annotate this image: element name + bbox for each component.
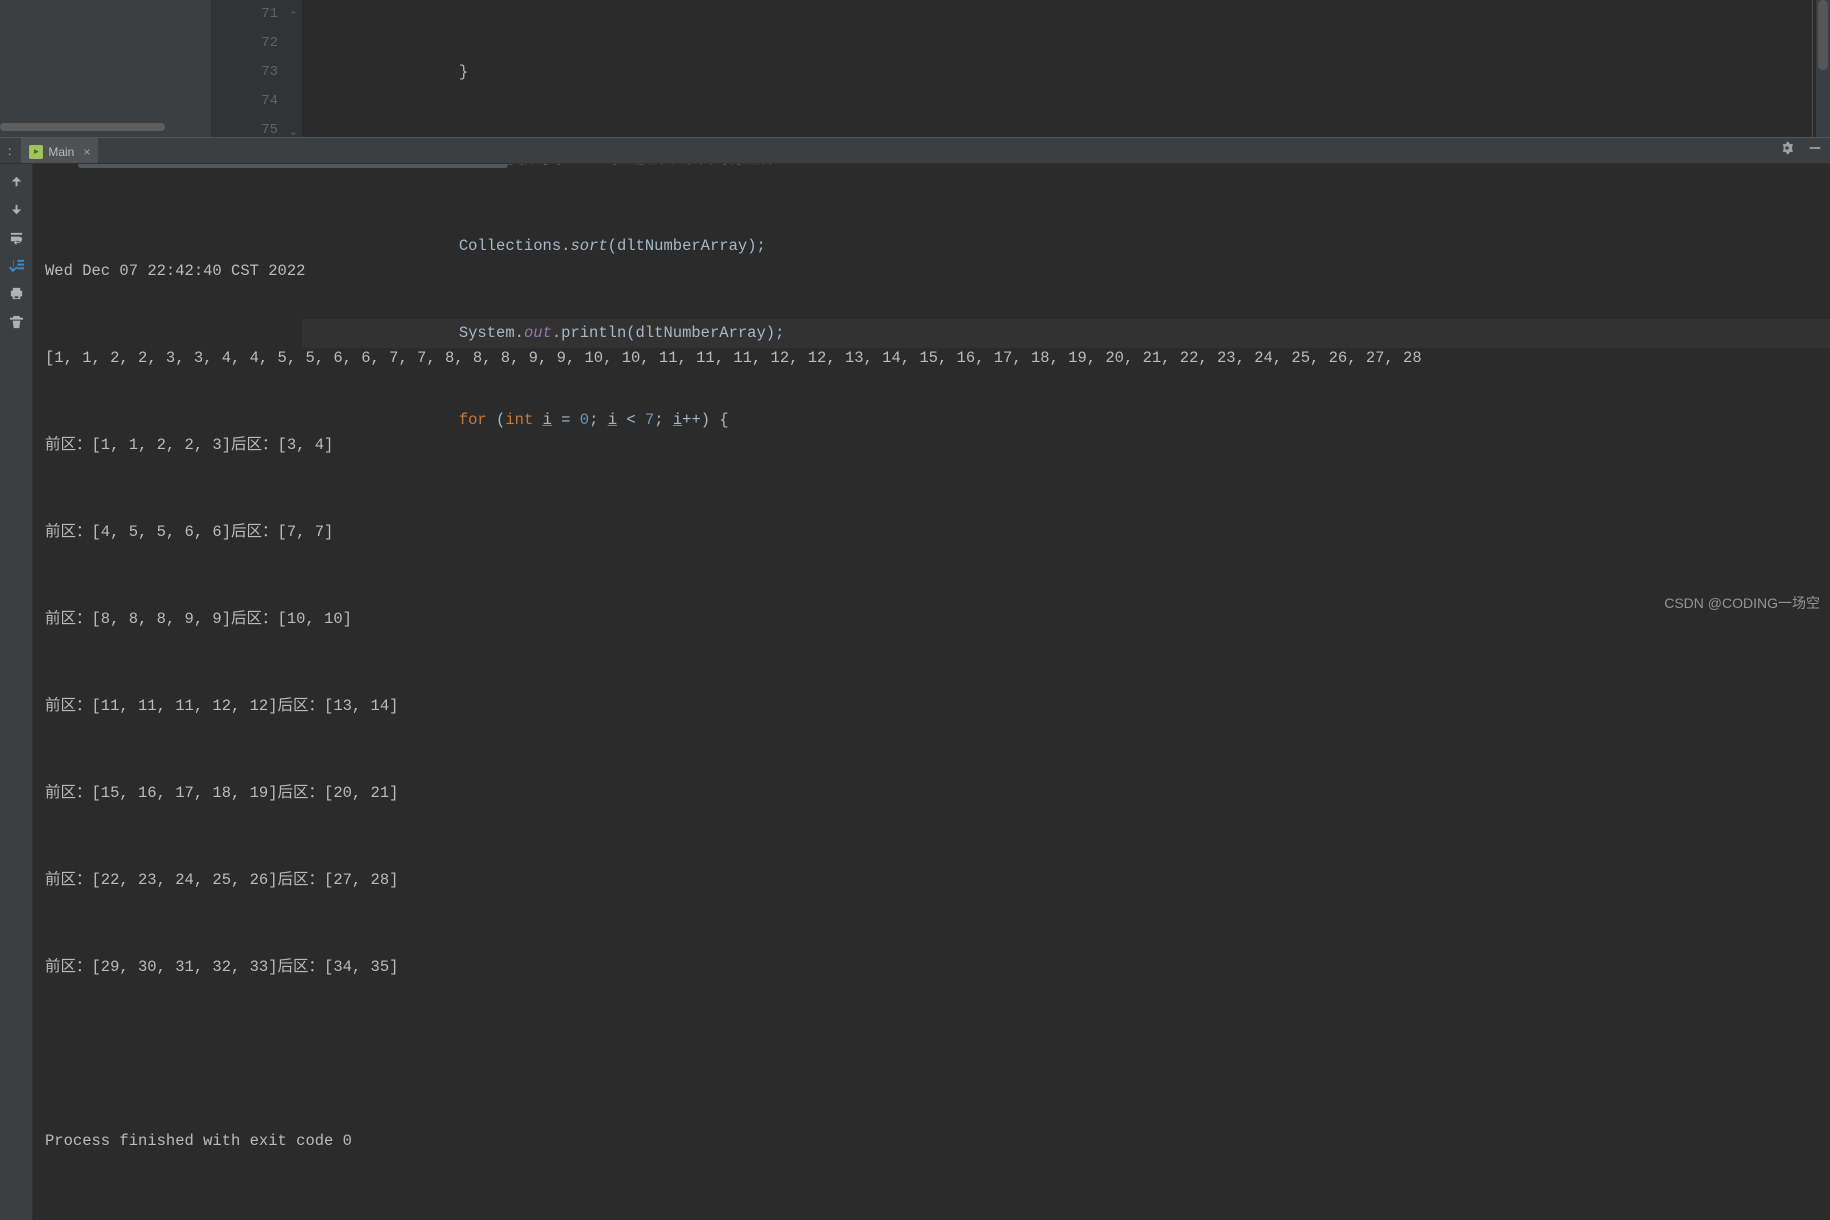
line-number: 74 [212, 87, 278, 116]
fold-icon[interactable]: ⌃ [289, 3, 298, 32]
editor-gutter: 71 72 73 74 75 ⌃ ⌄ [212, 0, 302, 137]
console-line: 前区：[15, 16, 17, 18, 19]后区：[20, 21] [45, 779, 1818, 808]
print-icon[interactable] [7, 284, 25, 302]
console-line: 前区：[4, 5, 5, 6, 6]后区：[7, 7] [45, 518, 1818, 547]
tab-name: Main [48, 145, 74, 159]
project-panel[interactable] [0, 0, 212, 137]
scroll-to-end-icon[interactable] [7, 256, 25, 274]
console-line: Wed Dec 07 22:42:40 CST 2022 [45, 257, 1818, 286]
run-panel: : ▸ Main × Wed Dec 07 22:42:40 CST 2022 … [0, 137, 1830, 619]
editor-margin-line [1812, 0, 1813, 137]
run-tab-bar: : ▸ Main × [0, 138, 1830, 164]
up-icon[interactable] [7, 172, 25, 190]
watermark: CSDN @CODING一场空 [1664, 593, 1820, 613]
line-number: 73 [212, 58, 278, 87]
run-config-icon: ▸ [29, 145, 43, 159]
code-line[interactable]: } [302, 58, 1830, 87]
soft-wrap-icon[interactable] [7, 228, 25, 246]
down-icon[interactable] [7, 200, 25, 218]
line-number: 71 [212, 0, 278, 29]
project-scrollbar[interactable] [0, 123, 165, 131]
close-icon[interactable]: × [83, 145, 90, 159]
console-line: 前区：[8, 8, 8, 9, 9]后区：[10, 10] [45, 605, 1818, 634]
editor-area: 71 72 73 74 75 ⌃ ⌄ } //不重复数字验证 可以放开以下代码行… [0, 0, 1830, 137]
run-body: Wed Dec 07 22:42:40 CST 2022 [1, 1, 2, 2… [0, 164, 1830, 1220]
run-tab[interactable]: ▸ Main × [21, 138, 98, 163]
editor-code[interactable]: } //不重复数字验证 可以放开以下代码行注释 Collections.sort… [302, 0, 1830, 137]
run-label: : [8, 144, 11, 158]
run-toolbar [0, 164, 33, 1220]
editor-scrollbar-track[interactable] [1816, 0, 1830, 137]
console-line: 前区：[29, 30, 31, 32, 33]后区：[34, 35] [45, 953, 1818, 982]
console-line: [1, 1, 2, 2, 3, 3, 4, 4, 5, 5, 6, 6, 7, … [45, 344, 1818, 373]
trash-icon[interactable] [7, 312, 25, 330]
editor-scrollbar-thumb[interactable] [1818, 0, 1828, 70]
console-line: 前区：[22, 23, 24, 25, 26]后区：[27, 28] [45, 866, 1818, 895]
command-line-bg [78, 164, 508, 168]
line-number: 72 [212, 29, 278, 58]
minimize-icon[interactable] [1808, 141, 1822, 160]
console-line [45, 1040, 1818, 1069]
console-line: 前区：[1, 1, 2, 2, 3]后区：[3, 4] [45, 431, 1818, 460]
gear-icon[interactable] [1780, 141, 1794, 160]
console-line: Process finished with exit code 0 [45, 1127, 1818, 1156]
console-line: 前区：[11, 11, 11, 12, 12]后区：[13, 14] [45, 692, 1818, 721]
console-output[interactable]: Wed Dec 07 22:42:40 CST 2022 [1, 1, 2, 2… [33, 164, 1830, 1220]
